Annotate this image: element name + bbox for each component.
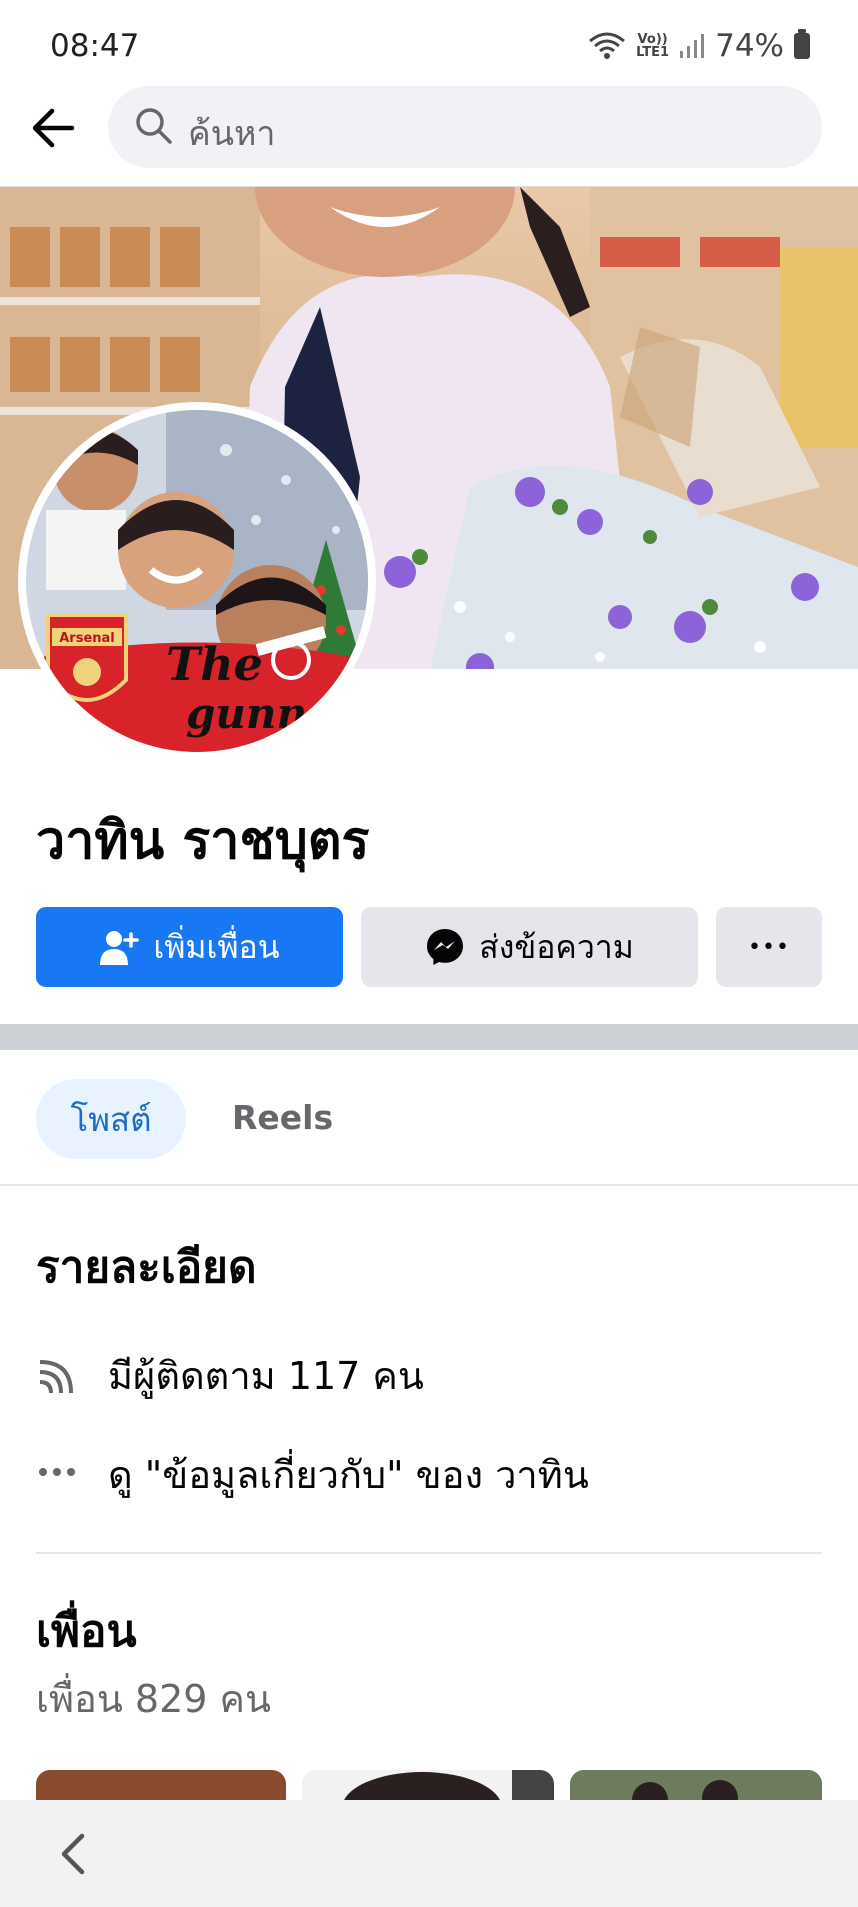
search-placeholder: ค้นหา — [188, 114, 276, 154]
profile-actions: เพิ่มเพื่อน ส่งข้อความ ••• — [36, 907, 822, 987]
more-options-button[interactable]: ••• — [716, 907, 822, 987]
about-link[interactable]: ดู "ข้อมูลเกี่ยวกับ" ของ วาทิน — [108, 1444, 589, 1505]
status-icons: Vo)) LTE1 74% — [588, 28, 810, 64]
messenger-icon — [427, 929, 464, 965]
about-row[interactable]: ดู "ข้อมูลเกี่ยวกับ" ของ วาทิน — [36, 1444, 822, 1504]
details-title: รายละเอียด — [36, 1242, 257, 1293]
search-header: ค้นหา — [0, 86, 858, 186]
back-arrow-icon[interactable] — [28, 103, 78, 153]
add-friend-button[interactable]: เพิ่มเพื่อน — [36, 907, 343, 987]
more-dots-icon — [36, 1452, 80, 1496]
system-nav-bar — [0, 1800, 858, 1907]
followers-row: มีผู้ติดตาม 117 คน — [36, 1345, 822, 1405]
svg-text:Arsenal: Arsenal — [59, 631, 115, 646]
battery-icon — [794, 29, 810, 59]
profile-name: วาทิน ราชบุตร — [36, 811, 370, 871]
svg-text:The: The — [166, 637, 263, 691]
search-input[interactable]: ค้นหา — [108, 86, 822, 168]
details-divider — [36, 1552, 822, 1554]
status-bar: 08:47 Vo)) LTE1 74% — [0, 0, 858, 90]
add-friend-icon — [100, 931, 140, 965]
profile-tabs: โพสต์ Reels — [0, 1050, 858, 1186]
section-divider — [0, 1024, 858, 1050]
search-icon — [136, 108, 172, 144]
followers-text: มีผู้ติดตาม 117 คน — [108, 1353, 424, 1398]
rss-icon — [36, 1353, 80, 1397]
tab-reels[interactable]: Reels — [232, 1098, 333, 1137]
add-friend-label: เพิ่มเพื่อน — [153, 927, 280, 966]
signal-icon — [680, 34, 705, 58]
tab-posts[interactable]: โพสต์ — [36, 1079, 186, 1159]
wifi-icon — [589, 32, 626, 59]
avatar-image: Arsenal The gunner — [26, 410, 368, 752]
status-time: 08:47 — [50, 28, 140, 64]
friends-count: เพื่อน 829 คน — [36, 1677, 271, 1721]
more-options-icon: ••• — [748, 934, 790, 960]
svg-text:gunner: gunner — [186, 689, 359, 738]
message-label: ส่งข้อความ — [479, 927, 634, 966]
chevron-left-icon[interactable] — [52, 1830, 96, 1878]
lte-indicator: Vo)) LTE1 — [636, 32, 670, 60]
message-button[interactable]: ส่งข้อความ — [361, 907, 698, 987]
battery-percent: 74% — [715, 28, 784, 64]
friends-title: เพื่อน — [36, 1606, 137, 1657]
profile-avatar[interactable]: Arsenal The gunner — [18, 402, 376, 760]
